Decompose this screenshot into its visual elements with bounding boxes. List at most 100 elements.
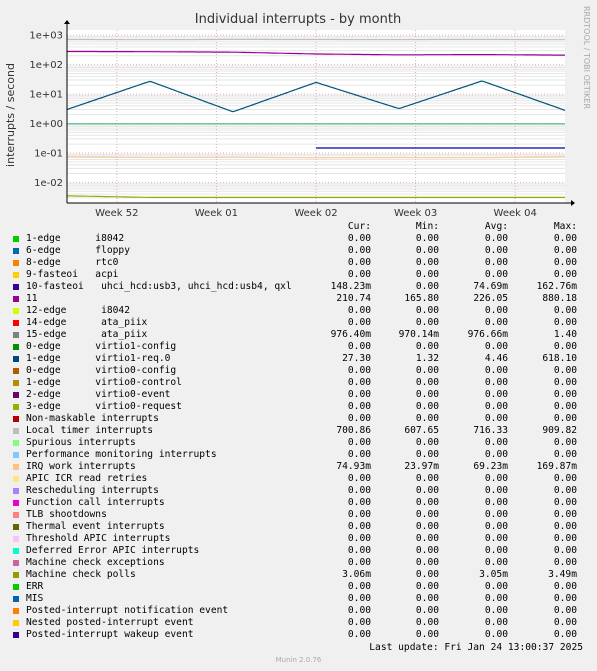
legend-label: ERR [26, 581, 44, 592]
legend-row: Machine check exceptions 0.00 0.00 0.00 0.00 [0, 557, 597, 569]
legend-avg-value: 0.00 [484, 257, 508, 268]
legend-min-value: 0.00 [415, 509, 439, 520]
legend-swatch [13, 236, 19, 242]
legend-label: 3-edge virtio0-request [26, 401, 182, 412]
legend-max-value: 0.00 [553, 341, 577, 352]
legend-label: Posted-interrupt notification event [26, 605, 229, 616]
legend-avg-value: 0.00 [484, 305, 508, 316]
legend-label: Spurious interrupts [26, 437, 136, 448]
legend-max-value: 0.00 [553, 413, 577, 424]
legend-min-value: 0.00 [415, 521, 439, 532]
y-tick-label: 1e+03 [29, 31, 63, 42]
legend-label: 1-edge virtio0-control [26, 377, 182, 388]
legend-avg-value: 69.23m [473, 461, 508, 472]
x-tick-label: Week 03 [394, 208, 437, 219]
legend-swatch [13, 428, 19, 434]
legend-row: 0-edge virtio1-config 0.00 0.00 0.00 0.00 [0, 341, 597, 353]
legend-min-value: 0.00 [415, 545, 439, 556]
legend-row: 1-edge i8042 0.00 0.00 0.00 0.00 [0, 233, 597, 245]
legend-label: 9-fasteoi acpi [26, 269, 119, 280]
legend-avg-value: 0.00 [484, 365, 508, 376]
legend-min-value: 0.00 [415, 473, 439, 484]
legend-max-value: 0.00 [553, 269, 577, 280]
legend-avg-value: 74.69m [473, 281, 508, 292]
legend-row: Deferred Error APIC interrupts 0.00 0.00 0.… [0, 545, 597, 557]
legend-swatch [13, 464, 19, 470]
legend-row: 10-fasteoi uhci_hcd:usb3, uhci_hcd:usb4,… [0, 281, 597, 293]
legend-swatch [13, 488, 19, 494]
legend-label: MIS [26, 593, 44, 604]
legend-row: Rescheduling interrupts 0.00 0.00 0.00 0.00 [0, 485, 597, 497]
legend-swatch [13, 500, 19, 506]
legend-row: 3-edge virtio0-request 0.00 0.00 0.00 0.00 [0, 401, 597, 413]
legend-header: Cur: Min: Avg: Max: [0, 221, 597, 233]
legend-min-value: 0.00 [415, 581, 439, 592]
legend-swatch [13, 440, 19, 446]
legend-avg-value: 0.00 [484, 533, 508, 544]
legend-label: Rescheduling interrupts [26, 485, 159, 496]
legend-swatch [13, 308, 19, 314]
legend-row: 9-fasteoi acpi 0.00 0.00 0.00 0.00 [0, 269, 597, 281]
legend-row: ERR 0.00 0.00 0.00 0.00 [0, 581, 597, 593]
legend-max-value: 0.00 [553, 521, 577, 532]
legend-row: 12-edge i8042 0.00 0.00 0.00 0.00 [0, 305, 597, 317]
legend-label: APIC ICR read retries [26, 473, 148, 484]
legend-avg-value: 0.00 [484, 245, 508, 256]
rrdtool-watermark: RRDTOOL / TOBI OETIKER [582, 6, 591, 109]
legend-rows: 1-edge i8042 0.00 0.00 0.00 0.00 6-edge flopp… [0, 233, 597, 641]
legend-max-value: 0.00 [553, 245, 577, 256]
legend-swatch [13, 368, 19, 374]
legend-label: 8-edge rtc0 [26, 257, 119, 268]
legend-max-value: 3.49m [548, 569, 577, 580]
legend-label: Threshold APIC interrupts [26, 533, 171, 544]
legend-max-value: 0.00 [553, 389, 577, 400]
legend-label: Machine check exceptions [26, 557, 165, 568]
legend-swatch [13, 416, 19, 422]
legend-max-value: 0.00 [553, 317, 577, 328]
legend-min-value: 0.00 [415, 569, 439, 580]
legend-avg-value: 0.00 [484, 377, 508, 388]
legend-avg-value: 0.00 [484, 269, 508, 280]
legend-max-value: 1.40 [553, 329, 577, 340]
legend-min-value: 165.80 [404, 293, 439, 304]
legend-swatch [13, 344, 19, 350]
legend-row: 0-edge virtio0-config 0.00 0.00 0.00 0.00 [0, 365, 597, 377]
legend-row: IRQ work interrupts 74.93m 23.97m 69.23m 169… [0, 461, 597, 473]
y-tick-label: 1e+00 [29, 119, 63, 130]
legend-min-value: 0.00 [415, 557, 439, 568]
legend-row: Nested posted-interrupt event 0.00 0.00 0.0… [0, 617, 597, 629]
legend-row: 15-edge ata_piix 976.40m 970.14m 976.66m 1.4… [0, 329, 597, 341]
legend-row: Spurious interrupts 0.00 0.00 0.00 0.00 [0, 437, 597, 449]
legend-max-value: 0.00 [553, 449, 577, 460]
legend-avg-value: 0.00 [484, 473, 508, 484]
legend-row: Posted-interrupt wakeup event 0.00 0.00 0.0… [0, 629, 597, 641]
legend-row: Function call interrupts 0.00 0.00 0.00 0.00 [0, 497, 597, 509]
legend-swatch [13, 380, 19, 386]
legend-swatch [13, 452, 19, 458]
legend-swatch [13, 584, 19, 590]
legend-max-value: 0.00 [553, 365, 577, 376]
legend-swatch [13, 620, 19, 626]
legend-swatch [13, 548, 19, 554]
legend-min-value: 1.32 [415, 353, 439, 364]
chart-title: Individual interrupts - by month [195, 12, 401, 27]
legend-swatch [13, 332, 19, 338]
legend-max-value: 0.00 [553, 557, 577, 568]
legend-min-value: 0.00 [415, 233, 439, 244]
legend-max-value: 169.87m [536, 461, 577, 472]
legend-min-value: 970.14m [398, 329, 439, 340]
legend-avg-value: 0.00 [484, 389, 508, 400]
y-tick-label: 1e+02 [29, 60, 63, 71]
legend-label: IRQ work interrupts [26, 461, 136, 472]
legend-min-value: 0.00 [415, 401, 439, 412]
legend-row: Thermal event interrupts 0.00 0.00 0.00 0.00 [0, 521, 597, 533]
y-tick-label: 1e-01 [34, 148, 63, 159]
legend-max-value: 0.00 [553, 437, 577, 448]
legend-max-value: 0.00 [553, 485, 577, 496]
legend-avg-value: 0.00 [484, 341, 508, 352]
legend-label: 14-edge ata_piix [26, 317, 148, 328]
legend-avg-value: 0.00 [484, 557, 508, 568]
legend-swatch [13, 560, 19, 566]
munin-version: Munin 2.0.76 [275, 656, 322, 664]
legend-avg-value: 3.05m [479, 569, 508, 580]
